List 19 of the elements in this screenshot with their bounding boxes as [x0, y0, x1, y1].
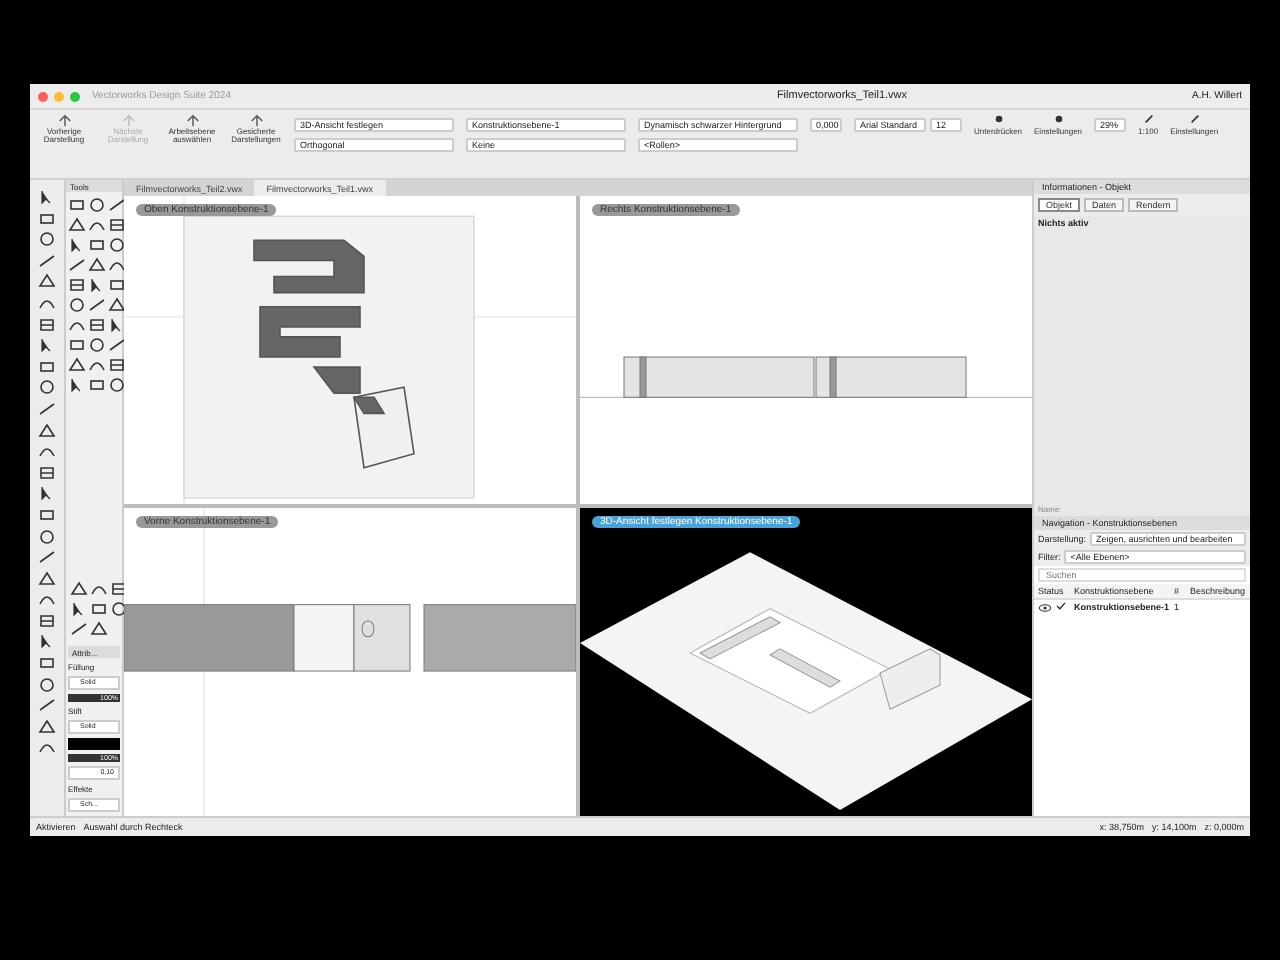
arrow-icon: [249, 114, 263, 128]
arrow-icon: [121, 114, 135, 128]
dot-icon: [1053, 114, 1064, 124]
tool-icon[interactable]: [110, 580, 128, 598]
tool-icon[interactable]: [38, 463, 56, 482]
tool-icon[interactable]: [38, 611, 56, 630]
pen-color-swatch[interactable]: [68, 738, 120, 750]
slash-icon: [1143, 114, 1154, 124]
tool-icon[interactable]: [88, 316, 106, 334]
arrow-icon: [57, 114, 71, 128]
dot-icon: [993, 114, 1003, 124]
tool-icon[interactable]: [108, 356, 126, 374]
close-icon[interactable]: [38, 91, 48, 101]
slash-icon: [1189, 114, 1200, 124]
tool-icon[interactable]: [38, 315, 56, 334]
eye-icon[interactable]: [1038, 603, 1052, 611]
arrow-icon: [185, 114, 199, 128]
tool-icon[interactable]: [68, 276, 86, 294]
tool-icon[interactable]: [108, 216, 126, 234]
